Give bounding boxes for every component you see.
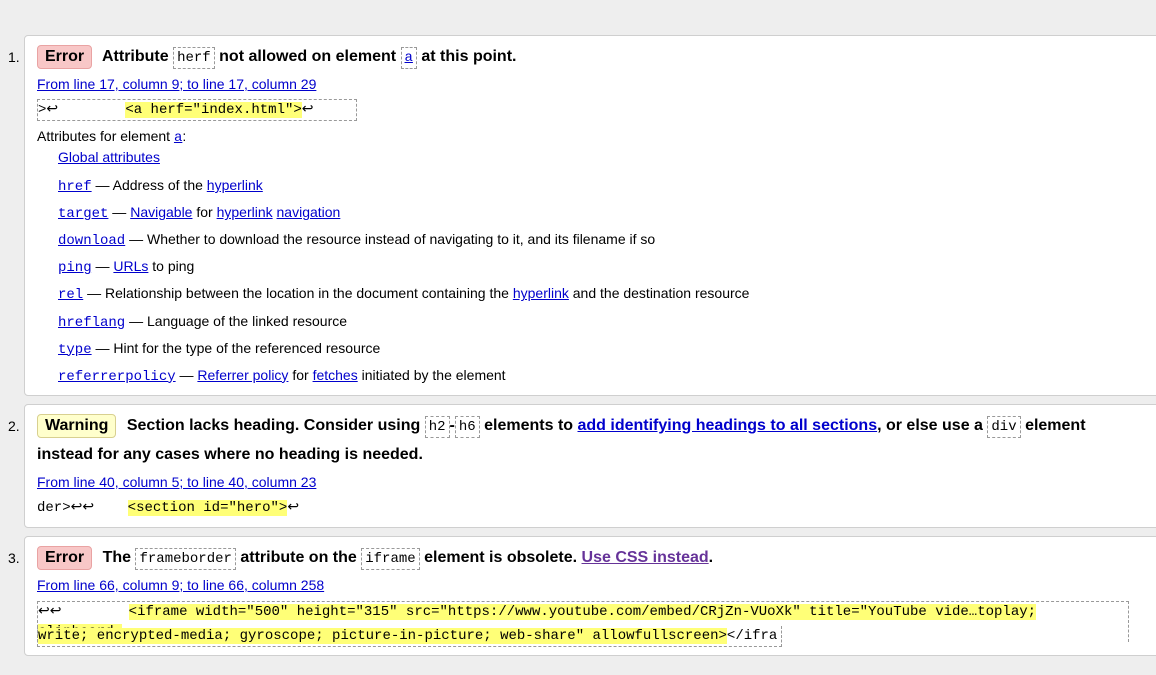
message-text: at this point. bbox=[421, 48, 517, 65]
attribute-description: — bbox=[175, 366, 198, 383]
code-attribute: frameborder bbox=[135, 548, 236, 570]
attribute-row-type: type — Hint for the type of the referenc… bbox=[58, 340, 380, 358]
warning-badge: Warning bbox=[37, 414, 117, 438]
message-card-warning-2: Warning Section lacks heading. Consider … bbox=[24, 404, 1156, 528]
global-attributes-link[interactable]: Global attributes bbox=[58, 149, 160, 165]
definition-link[interactable]: fetches bbox=[313, 367, 358, 383]
attribute-row-href: href — Address of the hyperlink bbox=[58, 177, 263, 195]
message-text: Section lacks heading. Consider using bbox=[126, 417, 421, 434]
attribute-row-target: target — Navigable for hyperlink navigat… bbox=[58, 204, 340, 222]
extract-highlight: <section id="hero"> bbox=[127, 500, 288, 516]
error-badge: Error bbox=[37, 45, 93, 69]
attribute-row-ping: ping — URLs to ping bbox=[58, 258, 194, 276]
attribute-description: initiated by the element bbox=[357, 366, 506, 383]
attribute-description: — bbox=[91, 258, 114, 275]
attribute-description: and the destination resource bbox=[568, 285, 750, 302]
code-extract-line2: write; encrypted-media; gyroscope; pictu… bbox=[37, 626, 782, 647]
message-heading: Error The frameborder attribute on the i… bbox=[37, 546, 713, 570]
message-card-error-3: Error The frameborder attribute on the i… bbox=[24, 536, 1156, 656]
attribute-name-link[interactable]: type bbox=[58, 342, 92, 358]
attribute-description: for bbox=[288, 366, 313, 383]
attribute-row-rel: rel — Relationship between the location … bbox=[58, 285, 749, 303]
attribute-row-referrerpolicy: referrerpolicy — Referrer policy for fet… bbox=[58, 367, 506, 385]
attribute-description: — Hint for the type of the referenced re… bbox=[91, 339, 381, 356]
definition-link[interactable]: URLs bbox=[113, 258, 148, 274]
extract-text: ↩ bbox=[301, 102, 314, 118]
definition-link[interactable]: hyperlink bbox=[207, 177, 263, 193]
extract-text: >↩ bbox=[38, 102, 126, 118]
extract-text: </ifra bbox=[726, 628, 778, 644]
message-text: elements to bbox=[484, 417, 574, 434]
period: . bbox=[708, 549, 714, 566]
definition-link[interactable]: hyperlink bbox=[513, 285, 569, 301]
message-text: Attribute bbox=[101, 48, 169, 65]
location-link[interactable]: From line 66, column 9; to line 66, colu… bbox=[37, 577, 324, 593]
code-attribute: herf bbox=[173, 47, 215, 69]
message-text: The bbox=[102, 549, 132, 566]
element-link[interactable]: a bbox=[400, 47, 417, 69]
extract-text: ↩↩ bbox=[38, 604, 129, 620]
message-text: element is obsolete. bbox=[424, 549, 578, 566]
attribute-name-link[interactable]: target bbox=[58, 206, 108, 222]
attribute-row-hreflang: hreflang — Language of the linked resour… bbox=[58, 313, 347, 331]
error-badge: Error bbox=[37, 546, 93, 570]
extract-text: der>↩↩ bbox=[37, 500, 128, 516]
attribute-description: — Relationship between the location in t… bbox=[83, 285, 513, 302]
message-card-error-1: Error Attribute herf not allowed on elem… bbox=[24, 35, 1156, 396]
location-link[interactable]: From line 17, column 9; to line 17, colu… bbox=[37, 76, 316, 92]
message-number: 2. bbox=[8, 418, 20, 434]
attributes-intro-text: Attributes for element bbox=[37, 128, 171, 144]
extract-highlight: <a herf="index.html"> bbox=[125, 102, 302, 118]
code-extract: der>↩↩ <section id="hero">↩ bbox=[37, 498, 299, 518]
attribute-name-link[interactable]: download bbox=[58, 233, 125, 249]
message-text: attribute on the bbox=[240, 549, 357, 566]
message-text: , or else use a bbox=[877, 417, 983, 434]
code-element: iframe bbox=[361, 548, 420, 570]
location-link[interactable]: From line 40, column 5; to line 40, colu… bbox=[37, 474, 316, 490]
attribute-description: — Address of the bbox=[91, 177, 207, 193]
colon: : bbox=[182, 128, 187, 144]
headings-help-link[interactable]: add identifying headings to all sections bbox=[578, 417, 878, 434]
message-text: element bbox=[1025, 417, 1086, 434]
extract-text: ↩ bbox=[287, 500, 300, 516]
definition-link[interactable]: Referrer policy bbox=[197, 367, 288, 383]
definition-link[interactable]: Navigable bbox=[130, 204, 192, 220]
extract-highlight: write; encrypted-media; gyroscope; pictu… bbox=[38, 628, 727, 644]
use-css-link[interactable]: Use CSS instead bbox=[582, 549, 709, 566]
code-element: h6 bbox=[454, 416, 480, 438]
code-element: h2 bbox=[424, 416, 450, 438]
attribute-description: for bbox=[192, 204, 217, 221]
attribute-name-link[interactable]: href bbox=[58, 179, 92, 195]
message-number: 3. bbox=[8, 550, 20, 566]
attribute-name-link[interactable]: rel bbox=[58, 287, 83, 303]
attribute-description: — Language of the linked resource bbox=[125, 312, 348, 329]
message-text: not allowed on element bbox=[219, 48, 397, 65]
message-heading: Warning Section lacks heading. Consider … bbox=[37, 414, 1086, 438]
code-element: div bbox=[987, 416, 1021, 438]
attribute-row-download: download — Whether to download the resou… bbox=[58, 231, 655, 249]
definition-link[interactable]: navigation bbox=[277, 204, 341, 220]
message-number: 1. bbox=[8, 49, 20, 65]
attribute-name-link[interactable]: hreflang bbox=[58, 315, 125, 331]
message-heading-line2: instead for any cases where no heading i… bbox=[37, 446, 423, 463]
code-extract: >↩ <a herf="index.html">↩ bbox=[37, 99, 357, 121]
attribute-description: to ping bbox=[148, 258, 195, 275]
attributes-intro: Attributes for element a: bbox=[37, 128, 186, 146]
attribute-description: — bbox=[108, 204, 131, 221]
attribute-description: — Whether to download the resource inste… bbox=[125, 231, 656, 248]
definition-link[interactable]: hyperlink bbox=[217, 204, 273, 220]
attribute-name-link[interactable]: referrerpolicy bbox=[58, 369, 176, 385]
attribute-name-link[interactable]: ping bbox=[58, 260, 92, 276]
message-heading: Error Attribute herf not allowed on elem… bbox=[37, 45, 516, 69]
